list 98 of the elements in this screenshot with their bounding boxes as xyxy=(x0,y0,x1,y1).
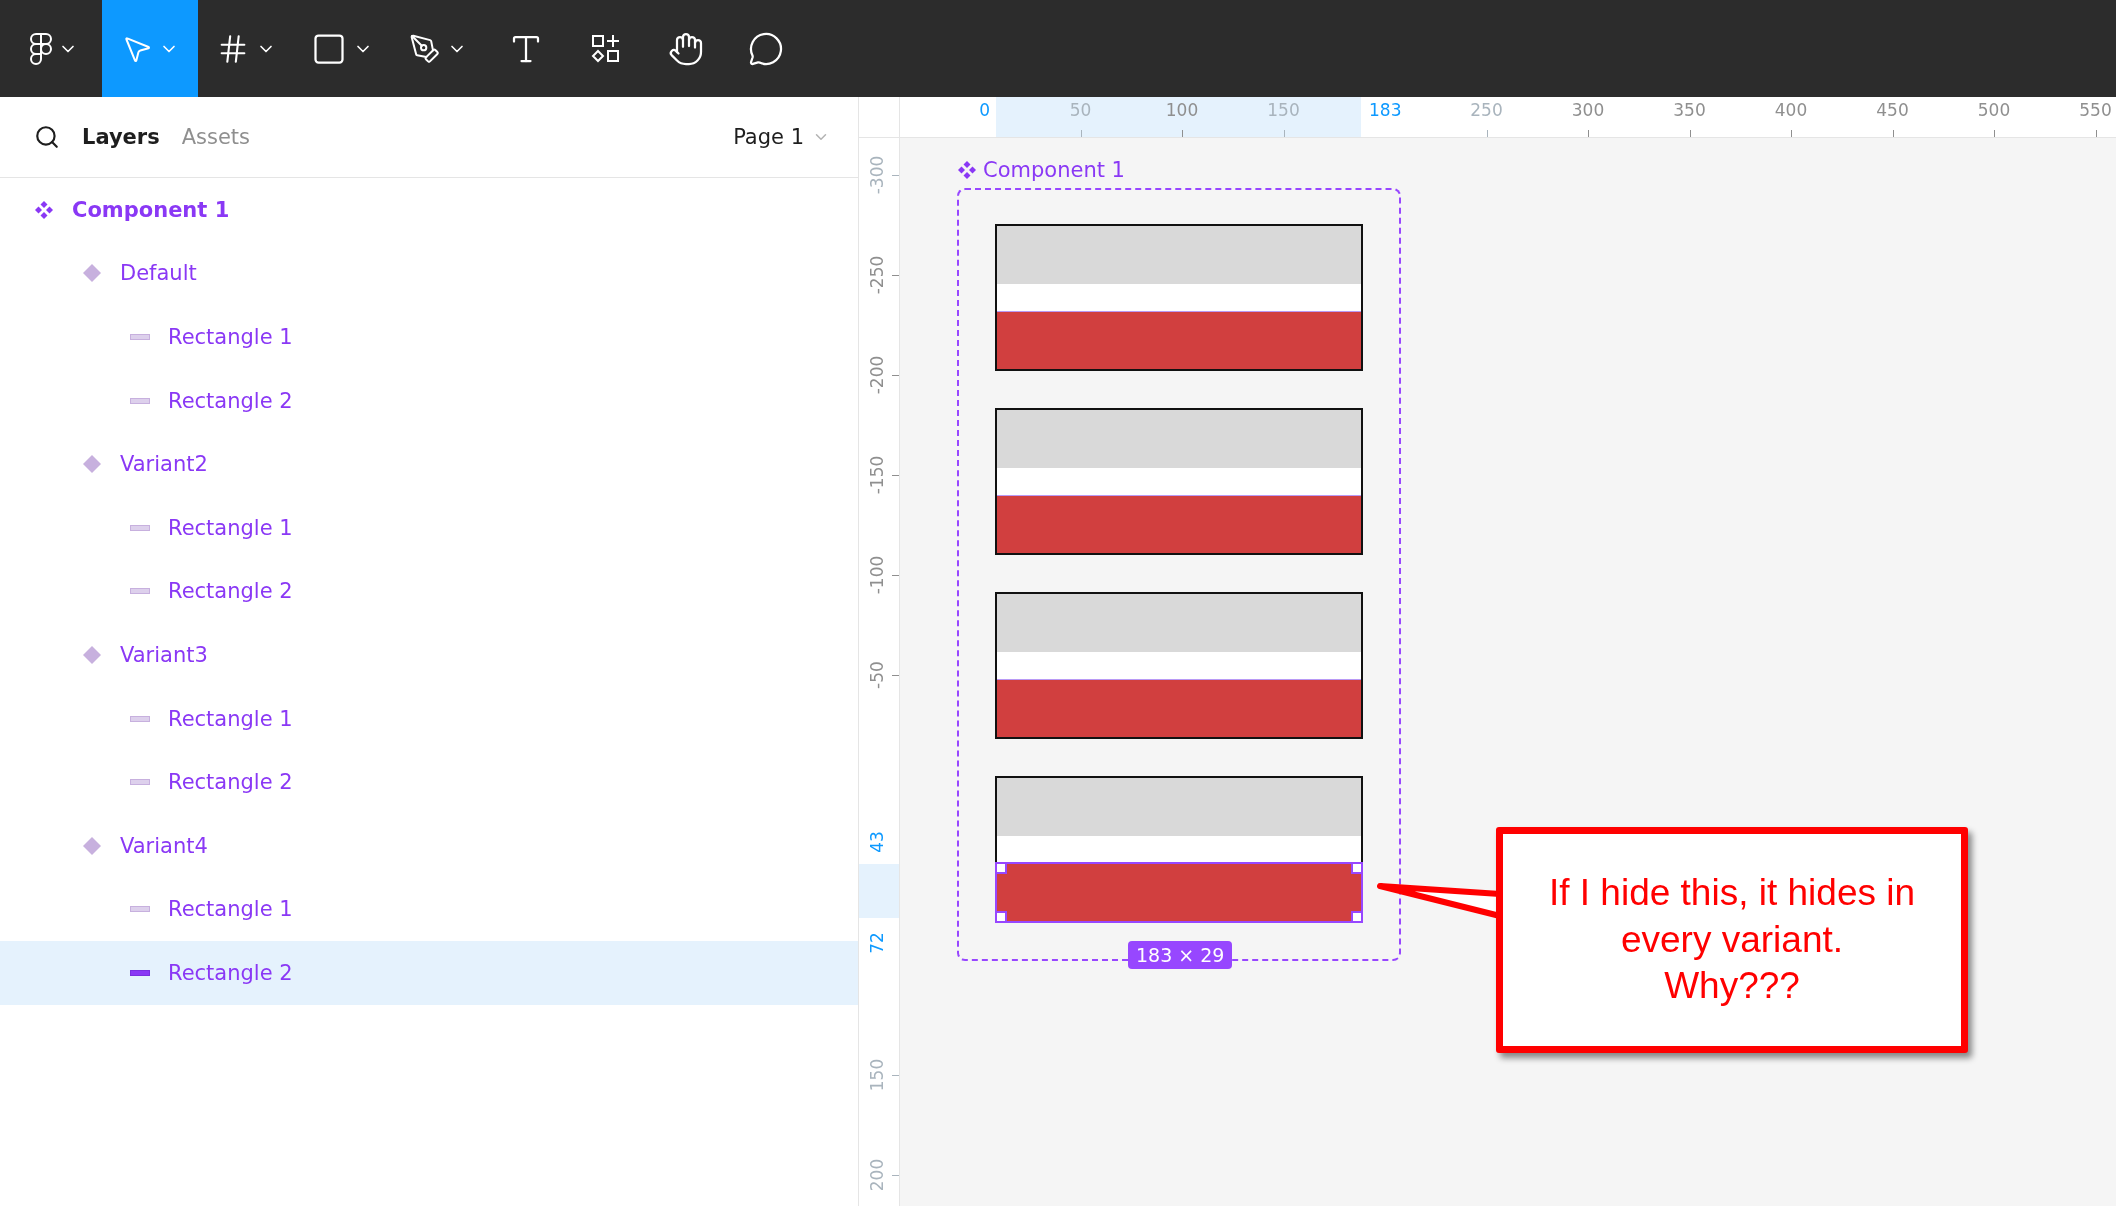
panel-tab[interactable]: Assets xyxy=(181,125,251,149)
ruler-tick xyxy=(1080,130,1082,137)
search-icon[interactable] xyxy=(34,124,60,150)
layer-row[interactable]: Rectangle 1 xyxy=(0,877,858,942)
ruler-tick xyxy=(2095,130,2097,137)
layer-name: Variant3 xyxy=(120,642,208,667)
ruler-tick xyxy=(892,1075,899,1076)
rectangle-layer-icon xyxy=(130,588,150,595)
ruler-label: 250 xyxy=(1470,102,1503,119)
layer-name: Rectangle 1 xyxy=(168,897,293,922)
ruler-label: 150 xyxy=(868,1058,886,1092)
layer-name: Rectangle 1 xyxy=(168,325,293,349)
ruler-label: -250 xyxy=(868,255,886,295)
comment-icon xyxy=(748,30,784,67)
layer-row[interactable]: Rectangle 1 xyxy=(0,686,858,751)
resize-handle[interactable] xyxy=(1351,862,1363,874)
ruler-tick xyxy=(892,475,899,476)
rectangle-layer-icon xyxy=(130,524,150,531)
size-badge: 183 × 29 xyxy=(1128,941,1233,969)
layer-name: Rectangle 1 xyxy=(168,515,293,540)
layer-row[interactable]: Rectangle 1 xyxy=(0,305,858,369)
ruler-tick xyxy=(1182,130,1183,137)
component-icon xyxy=(34,199,54,220)
ruler-tick xyxy=(1283,130,1285,137)
component-icon xyxy=(957,160,977,180)
ruler-tick xyxy=(892,375,899,376)
layer-name: Variant4 xyxy=(120,833,208,858)
resize-handle[interactable] xyxy=(1351,911,1363,923)
ruler-label: 50 xyxy=(1069,102,1092,119)
ruler-label: -200 xyxy=(868,355,886,395)
page-select[interactable]: Page 1 xyxy=(733,125,830,149)
ruler-label: 183 xyxy=(1369,102,1402,119)
ruler-tick xyxy=(1994,130,1995,137)
ruler-label: 100 xyxy=(1165,102,1199,119)
ruler-label: 200 xyxy=(868,1158,886,1192)
layer-row[interactable]: Variant4 xyxy=(0,813,858,878)
ruler-label: -150 xyxy=(868,455,886,495)
frame-label[interactable]: Component 1 xyxy=(983,158,1125,182)
layer-name: Rectangle 2 xyxy=(168,579,293,604)
diamond-icon xyxy=(82,454,102,475)
resize-handle[interactable] xyxy=(995,911,1007,923)
layer-name: Rectangle 2 xyxy=(168,960,293,985)
layer-row[interactable]: Rectangle 2 xyxy=(0,941,858,1005)
diamond-icon xyxy=(82,644,102,665)
layer-row[interactable]: Default xyxy=(0,241,858,306)
rectangle-layer-icon xyxy=(130,397,150,404)
diamond-icon xyxy=(82,263,102,284)
layer-name: Rectangle 1 xyxy=(168,706,293,731)
layer-row[interactable]: Rectangle 2 xyxy=(0,368,858,433)
layer-name: Component 1 xyxy=(72,197,230,222)
ruler-label: 450 xyxy=(1876,102,1909,119)
pen-icon xyxy=(409,32,441,65)
ruler-tick xyxy=(892,675,899,676)
ruler-highlight xyxy=(859,864,899,918)
ruler-tick xyxy=(1791,130,1792,137)
rectangle-layer-icon xyxy=(130,906,150,913)
ruler-label: 72 xyxy=(868,932,886,954)
ruler-label: 500 xyxy=(1977,102,2011,119)
rectangle-layer-icon xyxy=(130,779,150,786)
ruler-tick xyxy=(892,275,899,276)
ruler-tick xyxy=(892,175,899,176)
ruler-label: 0 xyxy=(979,102,990,119)
layer-name: Variant2 xyxy=(120,452,208,477)
ruler-tick xyxy=(892,575,899,576)
layer-row[interactable]: Component 1 xyxy=(0,178,858,242)
ruler-label: -300 xyxy=(868,155,886,195)
ruler-label: 400 xyxy=(1774,102,1808,119)
ruler-label: 350 xyxy=(1673,102,1706,119)
panel-tab[interactable]: Layers xyxy=(82,125,160,149)
layer-name: Default xyxy=(120,261,197,286)
ruler-label: -100 xyxy=(868,555,886,595)
layer-row[interactable]: Rectangle 1 xyxy=(0,495,858,560)
ruler-tick xyxy=(892,1175,899,1176)
ruler-label: 43 xyxy=(868,831,886,853)
layer-name: Rectangle 2 xyxy=(168,770,293,795)
ruler-label: 550 xyxy=(2079,102,2112,119)
shapes-plus-icon xyxy=(590,32,622,65)
hand-icon xyxy=(668,30,704,67)
resize-handle[interactable] xyxy=(995,862,1007,874)
logo-icon xyxy=(30,32,52,65)
ruler-tick xyxy=(1588,130,1589,137)
layer-name: Rectangle 2 xyxy=(168,388,293,413)
ruler-label: 300 xyxy=(1571,102,1605,119)
component-frame[interactable] xyxy=(957,188,1401,961)
layer-row[interactable]: Rectangle 2 xyxy=(0,559,858,624)
ruler-label: 150 xyxy=(1267,102,1300,119)
rectangle-layer-icon xyxy=(130,715,150,722)
layer-row[interactable]: Variant2 xyxy=(0,432,858,496)
ruler-label: -50 xyxy=(868,661,886,689)
diamond-icon xyxy=(82,835,102,856)
rectangle-layer-icon xyxy=(130,969,150,976)
ruler-tick xyxy=(1689,130,1691,137)
layer-row[interactable]: Rectangle 2 xyxy=(0,750,858,814)
ruler-tick xyxy=(1892,130,1894,137)
rectangle-layer-icon xyxy=(130,334,150,340)
ruler-tick xyxy=(1486,130,1488,137)
layer-row[interactable]: Variant3 xyxy=(0,623,858,687)
callout-text: If I hide this, it hides in every variant. Why??? xyxy=(1548,870,1916,1009)
